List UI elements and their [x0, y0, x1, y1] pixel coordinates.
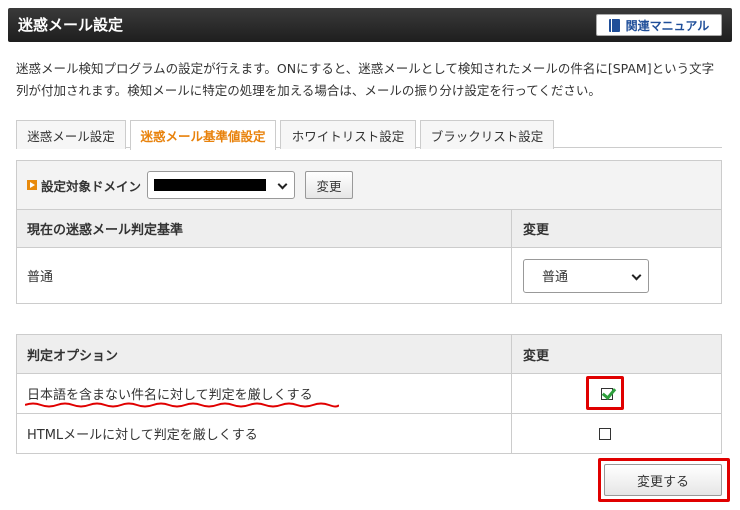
option-label-html-mail: HTMLメールに対して判定を厳しくする — [27, 428, 258, 443]
column-divider — [511, 414, 512, 453]
description-text: 迷惑メール検知プログラムの設定が行えます。ONにすると、迷惑メールとして検知され… — [16, 61, 715, 98]
options-header-change: 変更 — [523, 348, 550, 364]
criteria-value-row: 普通 普通 — [17, 247, 721, 303]
domain-change-button[interactable]: 変更 — [305, 171, 354, 199]
tab-label: 迷惑メール設定 — [27, 128, 115, 144]
options-header-row: 判定オプション 変更 — [17, 335, 721, 373]
book-icon — [608, 18, 620, 32]
tab-bar: 迷惑メール設定 迷惑メール基準値設定 ホワイトリスト設定 ブラックリスト設定 — [16, 118, 722, 150]
tab-spam-threshold[interactable]: 迷惑メール基準値設定 — [130, 120, 276, 150]
tab-blacklist[interactable]: ブラックリスト設定 — [420, 120, 554, 149]
criteria-header-label: 現在の迷惑メール判定基準 — [27, 223, 184, 238]
tab-spam-settings[interactable]: 迷惑メール設定 — [16, 120, 126, 149]
criteria-header-row: 現在の迷惑メール判定基準 変更 — [17, 209, 721, 247]
domain-select[interactable] — [147, 171, 296, 199]
tab-label: 迷惑メール基準値設定 — [140, 129, 266, 144]
column-divider — [511, 374, 512, 413]
options-header-label: 判定オプション — [27, 348, 119, 364]
manual-button-label: 関連マニュアル — [625, 18, 710, 33]
column-divider — [511, 210, 512, 247]
chevron-down-icon — [277, 179, 288, 190]
checkbox-html-mail[interactable] — [599, 427, 611, 440]
domain-cell: 設定対象ドメイン 変更 — [27, 161, 354, 209]
option-row-html-mail: HTMLメールに対して判定を厳しくする — [17, 413, 721, 453]
criteria-select-value: 普通 — [542, 270, 569, 285]
criteria-level-select[interactable]: 普通 — [523, 258, 649, 293]
red-underline-annotation — [25, 402, 339, 408]
domain-label: 設定対象ドメイン — [41, 178, 142, 194]
checkbox-highlight-box — [586, 376, 624, 410]
redacted-domain — [154, 179, 267, 191]
criteria-panel: 設定対象ドメイン 変更 現在の迷惑メール判定基準 変更 普通 普通 — [16, 160, 722, 304]
option-checkbox-cell — [599, 414, 611, 453]
page-title: 迷惑メール設定 — [18, 16, 124, 34]
domain-row: 設定対象ドメイン 変更 — [17, 161, 721, 209]
submit-highlight-box — [598, 458, 730, 502]
tab-label: ホワイトリスト設定 — [291, 128, 405, 144]
manual-button[interactable]: 関連マニュアル — [596, 14, 722, 36]
arrow-right-icon — [27, 180, 37, 190]
chevron-down-icon — [631, 270, 642, 280]
criteria-select-cell: 普通 — [523, 248, 649, 303]
criteria-header-change: 変更 — [523, 223, 550, 238]
column-divider — [511, 335, 512, 373]
page-header: 迷惑メール設定 関連マニュアル — [8, 8, 732, 42]
tab-whitelist[interactable]: ホワイトリスト設定 — [280, 120, 416, 149]
current-criteria-value: 普通 — [27, 270, 54, 285]
column-divider — [511, 248, 512, 303]
tab-label: ブラックリスト設定 — [430, 128, 544, 144]
